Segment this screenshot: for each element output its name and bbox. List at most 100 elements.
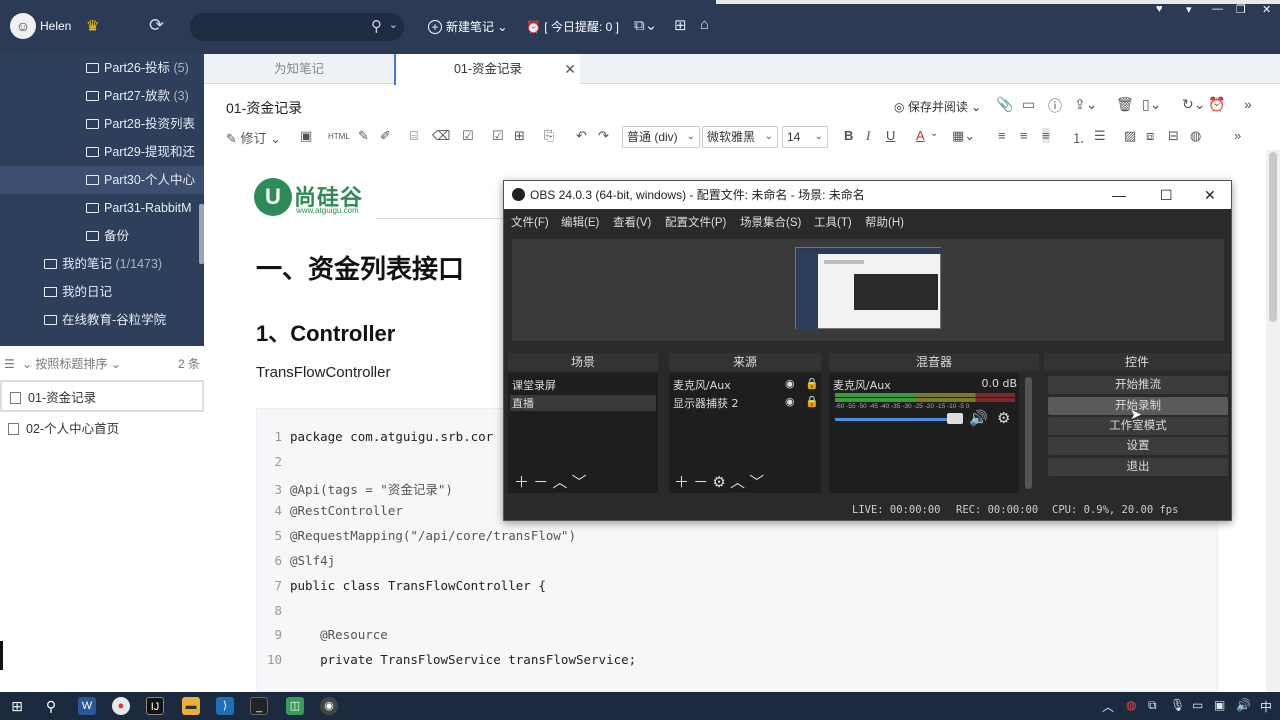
chevron-down-icon[interactable]: ⌄ xyxy=(389,18,398,31)
scroll-thumb[interactable] xyxy=(1269,152,1277,322)
move-down-icon[interactable]: ﹀ xyxy=(749,474,764,491)
mixer-scrollbar[interactable] xyxy=(1025,377,1032,489)
maximize-icon[interactable]: ☐ xyxy=(1160,181,1173,209)
screenshot-icon[interactable]: ⧈ xyxy=(1146,128,1154,144)
minimize-icon[interactable]: — xyxy=(1112,181,1126,209)
note-title-field[interactable]: 01-资金记录 xyxy=(226,98,302,118)
font-size-select[interactable]: 14 ⌄ xyxy=(782,126,828,148)
tray-copy-icon[interactable]: ⧉ xyxy=(1148,698,1157,713)
bullet-list-icon[interactable]: ☰ xyxy=(1094,128,1106,144)
paragraph-format-select[interactable]: 普通 (div) ⌄ xyxy=(622,126,700,148)
format-brush-icon[interactable]: ⌸ xyxy=(410,128,418,144)
wiznote-icon[interactable]: ◫ xyxy=(286,697,304,715)
settings-gear-icon[interactable]: ⚙ xyxy=(712,474,725,491)
visibility-eye-icon[interactable]: ◉ xyxy=(785,377,795,390)
microphone-icon[interactable]: 🎙 xyxy=(1170,698,1185,712)
remove-icon[interactable]: － xyxy=(693,474,708,491)
add-icon[interactable]: ＋ xyxy=(514,474,529,491)
tree-item[interactable]: 备份 xyxy=(86,222,198,250)
mixer-gear-icon[interactable]: ⚙ xyxy=(997,409,1010,427)
scene-item[interactable]: 课堂录屏 xyxy=(512,377,556,393)
tree-item[interactable]: 我的日记 xyxy=(44,278,204,306)
start-icon[interactable]: ⊞ xyxy=(8,697,26,715)
highlight-color-icon[interactable]: ▦⌄ xyxy=(952,128,975,144)
underline-icon[interactable]: U xyxy=(886,128,895,143)
menu-help[interactable]: 帮助(H) xyxy=(865,214,904,230)
tree-item[interactable]: 在线教育-谷粒学院 xyxy=(44,306,204,334)
template-icon[interactable]: ⊟ xyxy=(1168,128,1179,144)
delete-icon[interactable]: 🗑 xyxy=(1116,96,1134,113)
note-list-item-selected[interactable]: 01-资金记录 xyxy=(0,380,204,412)
checkbox-icon[interactable]: ☑ xyxy=(492,128,504,144)
save-and-read-button[interactable]: ◎ 保存并阅读 ⌄ xyxy=(894,98,981,115)
terminal-icon[interactable]: _ xyxy=(250,697,268,715)
tree-item[interactable]: Part26-投标 (5) xyxy=(86,54,204,82)
image-icon[interactable]: ▨ xyxy=(1124,128,1136,144)
close-icon[interactable]: ✕ xyxy=(1204,181,1216,209)
tree-item[interactable]: Part31-RabbitM xyxy=(86,194,198,222)
settings-button[interactable]: 设置 xyxy=(1048,437,1228,455)
home-icon[interactable]: ⌂ xyxy=(700,16,709,33)
search-box[interactable]: ⚲ ⌄ xyxy=(190,13,404,41)
italic-icon[interactable]: I xyxy=(866,128,870,144)
insert-icon[interactable]: ⎘ xyxy=(544,128,554,144)
sort-dropdown[interactable]: ⌄ 按照标题排序 ⌄ xyxy=(22,350,121,378)
attachment-icon[interactable]: 📎 xyxy=(996,96,1013,113)
tray-window-icon[interactable]: ▭ xyxy=(1192,698,1203,712)
user-name[interactable]: Helen xyxy=(40,19,71,33)
tray-up-icon[interactable]: ︿ xyxy=(1102,698,1114,715)
tab-close-icon[interactable]: ✕ xyxy=(564,54,576,84)
remove-icon[interactable]: － xyxy=(533,474,548,491)
align-center-icon[interactable]: ≡ xyxy=(1020,128,1028,143)
menu-file[interactable]: 文件(F) xyxy=(511,214,549,230)
scene-item-selected[interactable]: 直播 xyxy=(510,395,656,411)
tree-item[interactable]: Part29-提现和还 xyxy=(86,138,198,166)
list-icon[interactable]: ☰ xyxy=(4,350,15,378)
alarm-icon[interactable]: ⏰ xyxy=(1208,96,1225,113)
close-icon[interactable]: ✕ xyxy=(1262,3,1271,16)
sync-icon[interactable]: ⟳ xyxy=(149,15,164,36)
menu-profile[interactable]: 配置文件(P) xyxy=(665,214,726,230)
lock-icon[interactable]: 🔒 xyxy=(805,377,819,390)
font-family-select[interactable]: 微软雅黑 ⌄ xyxy=(702,126,778,148)
lock-icon[interactable]: 🔒 xyxy=(805,395,819,408)
source-item[interactable]: 显示器捕获 2 ◉ 🔒 xyxy=(673,395,819,411)
layout-icon[interactable]: ▯⌄ xyxy=(1142,96,1161,113)
visibility-eye-icon[interactable]: ◉ xyxy=(785,395,795,408)
ordered-list-icon[interactable]: ⒈ xyxy=(1072,128,1085,147)
skin-icon[interactable]: ♥ xyxy=(1156,3,1163,15)
redo-icon[interactable]: ↷ xyxy=(598,128,609,144)
menu-edit[interactable]: 编辑(E) xyxy=(561,214,599,230)
menu-view[interactable]: 查看(V) xyxy=(613,214,651,230)
idea-icon[interactable]: IJ xyxy=(146,697,164,715)
move-up-icon[interactable]: ︿ xyxy=(552,474,567,491)
tree-scrollbar[interactable] xyxy=(199,204,204,264)
vip-crown-icon[interactable]: ♛ xyxy=(86,17,99,35)
tree-item[interactable]: 我的笔记 (1/1473) xyxy=(44,250,204,278)
search-icon[interactable]: ⚲ xyxy=(371,17,382,35)
word-icon[interactable]: W xyxy=(78,697,96,715)
exit-button[interactable]: 退出 xyxy=(1048,458,1228,476)
html-icon[interactable]: HTML xyxy=(328,132,350,141)
minimize-icon[interactable]: — xyxy=(1212,3,1223,15)
pen-icon[interactable]: ✎ xyxy=(358,128,369,144)
volume-slider-track[interactable] xyxy=(835,418,955,421)
tab-wiznote[interactable]: 为知笔记 xyxy=(204,54,394,84)
tree-item[interactable]: Part27-放款 (3) xyxy=(86,82,204,110)
volume-slider-handle[interactable] xyxy=(947,413,963,424)
chrome-icon[interactable]: ● xyxy=(112,697,130,715)
checklist-icon[interactable]: ☑ xyxy=(462,128,474,144)
chevron-down-icon[interactable]: ⌄ xyxy=(930,128,938,139)
table-icon[interactable]: ⊞ xyxy=(514,128,525,144)
tree-item-selected[interactable]: Part30-个人中心 xyxy=(0,166,204,194)
comment-icon[interactable]: ▭ xyxy=(1022,96,1035,113)
move-down-icon[interactable]: ﹀ xyxy=(572,474,587,491)
tab-active-note[interactable]: 01-资金记录 ✕ xyxy=(394,54,580,85)
font-color-icon[interactable]: A xyxy=(916,128,925,143)
volume-icon[interactable]: 🔊 xyxy=(1236,698,1251,712)
document-scrollbar[interactable] xyxy=(1266,150,1280,692)
source-item[interactable]: 麦克风/Aux ◉ 🔒 xyxy=(673,377,819,393)
restore-icon[interactable]: ❐ xyxy=(1236,3,1246,16)
avatar[interactable]: ☺ xyxy=(10,13,36,39)
undo-icon[interactable]: ↶ xyxy=(576,128,587,144)
